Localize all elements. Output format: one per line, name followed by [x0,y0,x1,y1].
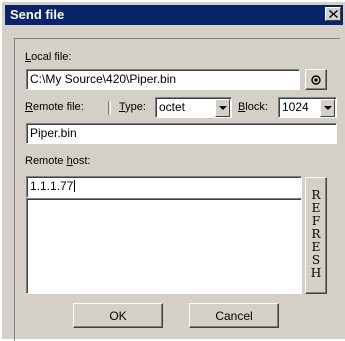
block-label: Block: [238,101,268,113]
cancel-label: Cancel [215,309,253,323]
refresh-letter: R [311,188,321,202]
host-list[interactable] [26,198,302,294]
chevron-down-icon[interactable] [320,99,335,117]
remote-host-input[interactable]: 1.1.1.77 [26,176,302,198]
close-icon [329,10,338,18]
block-selected-value: 1024 [282,100,309,114]
separator [108,101,111,115]
title-bar[interactable]: Send file [5,5,343,25]
chevron-down-icon[interactable] [215,99,230,117]
refresh-letter: S [311,253,321,267]
remote-file-input[interactable]: Piper.bin [26,123,337,144]
remote-host-label: Remote host: [25,155,91,167]
type-select[interactable]: octet [155,97,232,118]
local-file-label: Local file: [25,51,72,63]
refresh-letter: H [310,266,322,280]
remote-file-value: Piper.bin [30,126,77,140]
refresh-button[interactable]: REFRESH [305,177,327,294]
local-file-value: C:\My Source\420\Piper.bin [30,72,177,86]
browse-button[interactable] [305,69,327,90]
remote-file-label-accel: R [25,101,33,113]
close-button[interactable] [325,7,341,21]
text-caret [74,180,76,192]
refresh-letter: R [311,227,321,241]
type-selected-value: octet [159,100,186,114]
local-file-input[interactable]: C:\My Source\420\Piper.bin [26,69,300,90]
refresh-letter: E [311,201,321,215]
window-title: Send file [10,7,65,22]
refresh-letter: E [311,240,321,254]
remote-host-value: 1.1.1.77 [30,179,74,193]
cancel-button[interactable]: Cancel [189,303,279,328]
block-select[interactable]: 1024 [278,97,337,118]
dialog-panel: Local file: C:\My Source\420\Piper.bin R… [14,38,340,341]
send-file-dialog: Send file Local file: C:\My Source\420\P… [0,0,345,341]
browse-icon [311,75,321,85]
ok-label: OK [109,309,127,323]
remote-file-label: Remote file: [25,101,84,113]
ok-button[interactable]: OK [73,303,163,328]
type-label: Type: [119,101,146,113]
refresh-letter: F [311,214,321,228]
